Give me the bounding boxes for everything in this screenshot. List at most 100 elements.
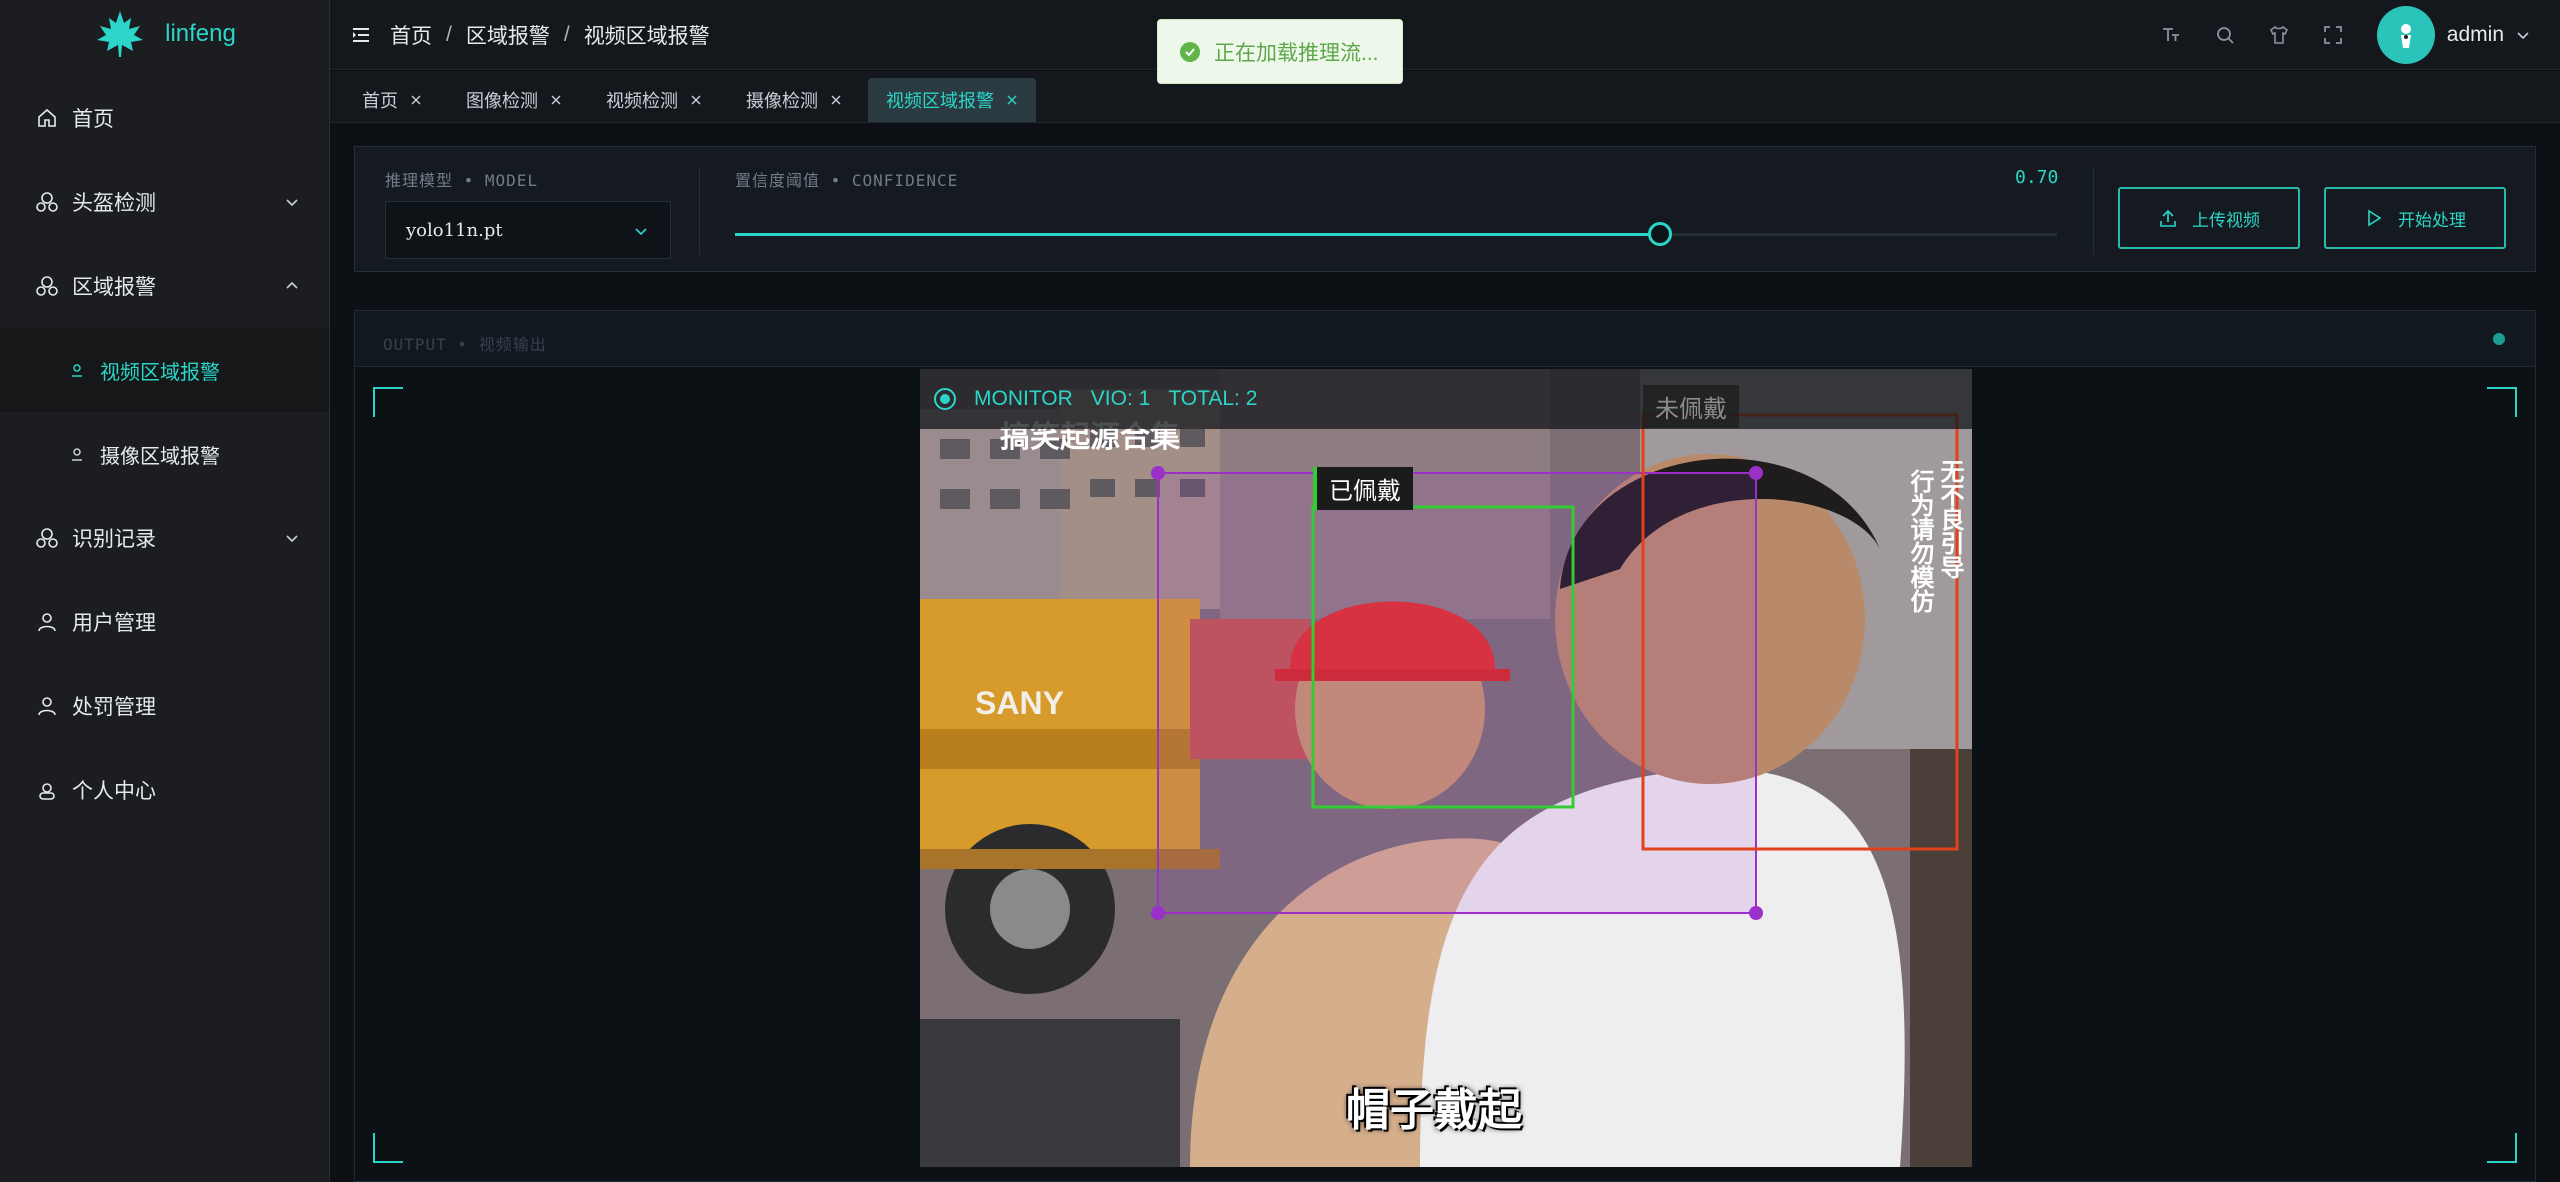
sidebar-item-area-alarm[interactable]: 区域报警 xyxy=(0,244,329,328)
sidebar-subitem-label: 视频区域报警 xyxy=(100,361,220,384)
person-dot-icon xyxy=(72,364,82,377)
sidebar-item-label: 识别记录 xyxy=(72,528,156,551)
toast-message: 正在加载推理流... xyxy=(1214,41,1379,65)
app-name: linfeng xyxy=(165,20,236,47)
sidebar-item-helmet-detection[interactable]: 头盔检测 xyxy=(0,160,329,244)
confidence-slider[interactable] xyxy=(735,222,2057,246)
video-subtitle: 帽子戴起 xyxy=(1346,1086,1522,1135)
breadcrumb-item-area-alarm[interactable]: 区域报警 xyxy=(466,20,550,50)
svg-text:行为请勿模仿: 行为请勿模仿 xyxy=(1906,468,1935,613)
chevron-down-icon xyxy=(286,199,298,207)
close-icon[interactable] xyxy=(410,94,422,106)
sidebar-item-records[interactable]: 识别记录 xyxy=(0,496,329,580)
hud-monitor: MONITOR xyxy=(974,387,1073,410)
user-name[interactable]: admin xyxy=(2447,23,2504,47)
close-icon[interactable] xyxy=(550,94,562,106)
font-size-icon[interactable] xyxy=(2161,25,2181,45)
fullscreen-icon[interactable] xyxy=(2323,25,2343,45)
sidebar: linfeng 首页 头盔检测 区域报警 视频区域报警 摄像区域报警 识别记录 … xyxy=(0,0,330,1182)
divider xyxy=(2093,167,2094,255)
upload-video-button[interactable]: 上传视频 xyxy=(2118,187,2300,249)
maple-leaf-logo-icon xyxy=(97,11,144,57)
breadcrumb-separator: / xyxy=(446,22,452,46)
sidebar-item-label: 个人中心 xyxy=(72,780,156,803)
control-panel: 推理模型 • MODEL yolo11n.pt 置信度阈值 • CONFIDEN… xyxy=(354,146,2536,272)
confidence-slider-fill xyxy=(735,233,1661,236)
confidence-label: 置信度阈值 • CONFIDENCE xyxy=(735,171,959,190)
chevron-down-icon[interactable] xyxy=(2516,28,2530,42)
user-icon xyxy=(36,611,58,633)
sidebar-subitem-video-area-alarm[interactable]: 视频区域报警 xyxy=(0,328,329,412)
avatar[interactable] xyxy=(2376,6,2435,64)
sidebar-menu: 首页 头盔检测 区域报警 视频区域报警 摄像区域报警 识别记录 用户管理 处罚管… xyxy=(0,76,329,832)
tab-camera-detection[interactable]: 摄像检测 xyxy=(728,78,860,122)
tab-label: 摄像检测 xyxy=(746,91,818,111)
play-icon xyxy=(2368,209,2382,227)
frame-corner xyxy=(2487,387,2517,417)
topbar-actions: admin xyxy=(2161,0,2530,70)
detection-label-helmet: 已佩戴 xyxy=(1313,467,1413,510)
chevron-down-icon xyxy=(635,228,647,236)
sidebar-item-user-management[interactable]: 用户管理 xyxy=(0,580,329,664)
tab-video-area-alarm[interactable]: 视频区域报警 xyxy=(868,78,1036,122)
home-icon xyxy=(36,107,58,129)
menu-fold-icon[interactable] xyxy=(350,24,372,46)
model-select[interactable]: yolo11n.pt xyxy=(385,201,671,259)
frame-corner xyxy=(373,387,403,417)
confidence-value: 0.70 xyxy=(2015,167,2059,188)
frame-corner xyxy=(373,1133,403,1163)
upload-icon xyxy=(2160,209,2176,227)
chevron-down-icon xyxy=(286,535,298,543)
sidebar-item-label: 区域报警 xyxy=(72,276,156,299)
sidebar-item-label: 用户管理 xyxy=(72,612,156,635)
sidebar-item-home[interactable]: 首页 xyxy=(0,76,329,160)
sidebar-item-penalty-management[interactable]: 处罚管理 xyxy=(0,664,329,748)
output-header: OUTPUT • 视频输出 xyxy=(355,311,2535,367)
close-icon[interactable] xyxy=(1006,94,1018,106)
start-processing-button[interactable]: 开始处理 xyxy=(2324,187,2506,249)
svg-text:无不良引导: 无不良引导 xyxy=(1936,459,1964,580)
breadcrumb-separator: / xyxy=(563,22,570,46)
sidebar-item-profile[interactable]: 个人中心 xyxy=(0,748,329,832)
tab-label: 视频检测 xyxy=(606,91,678,111)
sidebar-subitem-label: 摄像区域报警 xyxy=(100,445,220,468)
logo[interactable]: linfeng xyxy=(0,0,329,68)
confidence-slider-thumb[interactable] xyxy=(1648,222,1673,246)
model-label: 推理模型 • MODEL xyxy=(385,171,539,190)
video-frame: SANY 搞笑起源合集 无不良引导 行为请勿模仿 MONITOR VIO: 1 … xyxy=(920,369,1972,1167)
upload-video-label: 上传视频 xyxy=(2192,210,2260,231)
search-icon[interactable] xyxy=(2215,25,2235,45)
hud-total: TOTAL: 2 xyxy=(1168,387,1258,410)
detection-label-no-helmet: 未佩戴 xyxy=(1643,385,1739,428)
sidebar-item-label: 处罚管理 xyxy=(72,696,156,719)
helmet-icon xyxy=(36,191,58,213)
frame-corner xyxy=(2487,1133,2517,1163)
helmet-icon xyxy=(36,275,58,297)
chevron-up-icon xyxy=(286,281,298,289)
sidebar-subitem-camera-area-alarm[interactable]: 摄像区域报警 xyxy=(0,412,329,496)
status-indicator xyxy=(2493,333,2505,345)
close-icon[interactable] xyxy=(830,94,842,106)
tab-video-detection[interactable]: 视频检测 xyxy=(588,78,720,122)
tab-label: 图像检测 xyxy=(466,91,538,111)
tab-image-detection[interactable]: 图像检测 xyxy=(448,78,580,122)
success-toast: 正在加载推理流... xyxy=(1157,19,1403,84)
close-icon[interactable] xyxy=(690,94,702,106)
hud-vio: VIO: 1 xyxy=(1090,387,1151,410)
sidebar-item-label: 首页 xyxy=(72,108,114,131)
person-dot-icon xyxy=(72,448,82,461)
tab-label: 视频区域报警 xyxy=(886,91,994,111)
helmet-icon xyxy=(36,527,58,549)
tab-home[interactable]: 首页 xyxy=(344,78,440,122)
start-processing-label: 开始处理 xyxy=(2398,210,2466,231)
theme-shirt-icon[interactable] xyxy=(2269,25,2289,45)
topbar: 首页 / 区域报警 / 视频区域报警 admin xyxy=(330,0,2560,70)
sidebar-item-label: 头盔检测 xyxy=(72,192,156,215)
record-icon xyxy=(934,388,956,410)
breadcrumb-item-current: 视频区域报警 xyxy=(583,24,710,48)
breadcrumb-item-home[interactable]: 首页 xyxy=(390,20,432,50)
svg-text:SANY: SANY xyxy=(975,685,1064,721)
avatar-figure-icon xyxy=(2400,24,2411,48)
check-circle-icon xyxy=(1180,41,1200,62)
user-icon xyxy=(36,695,58,717)
